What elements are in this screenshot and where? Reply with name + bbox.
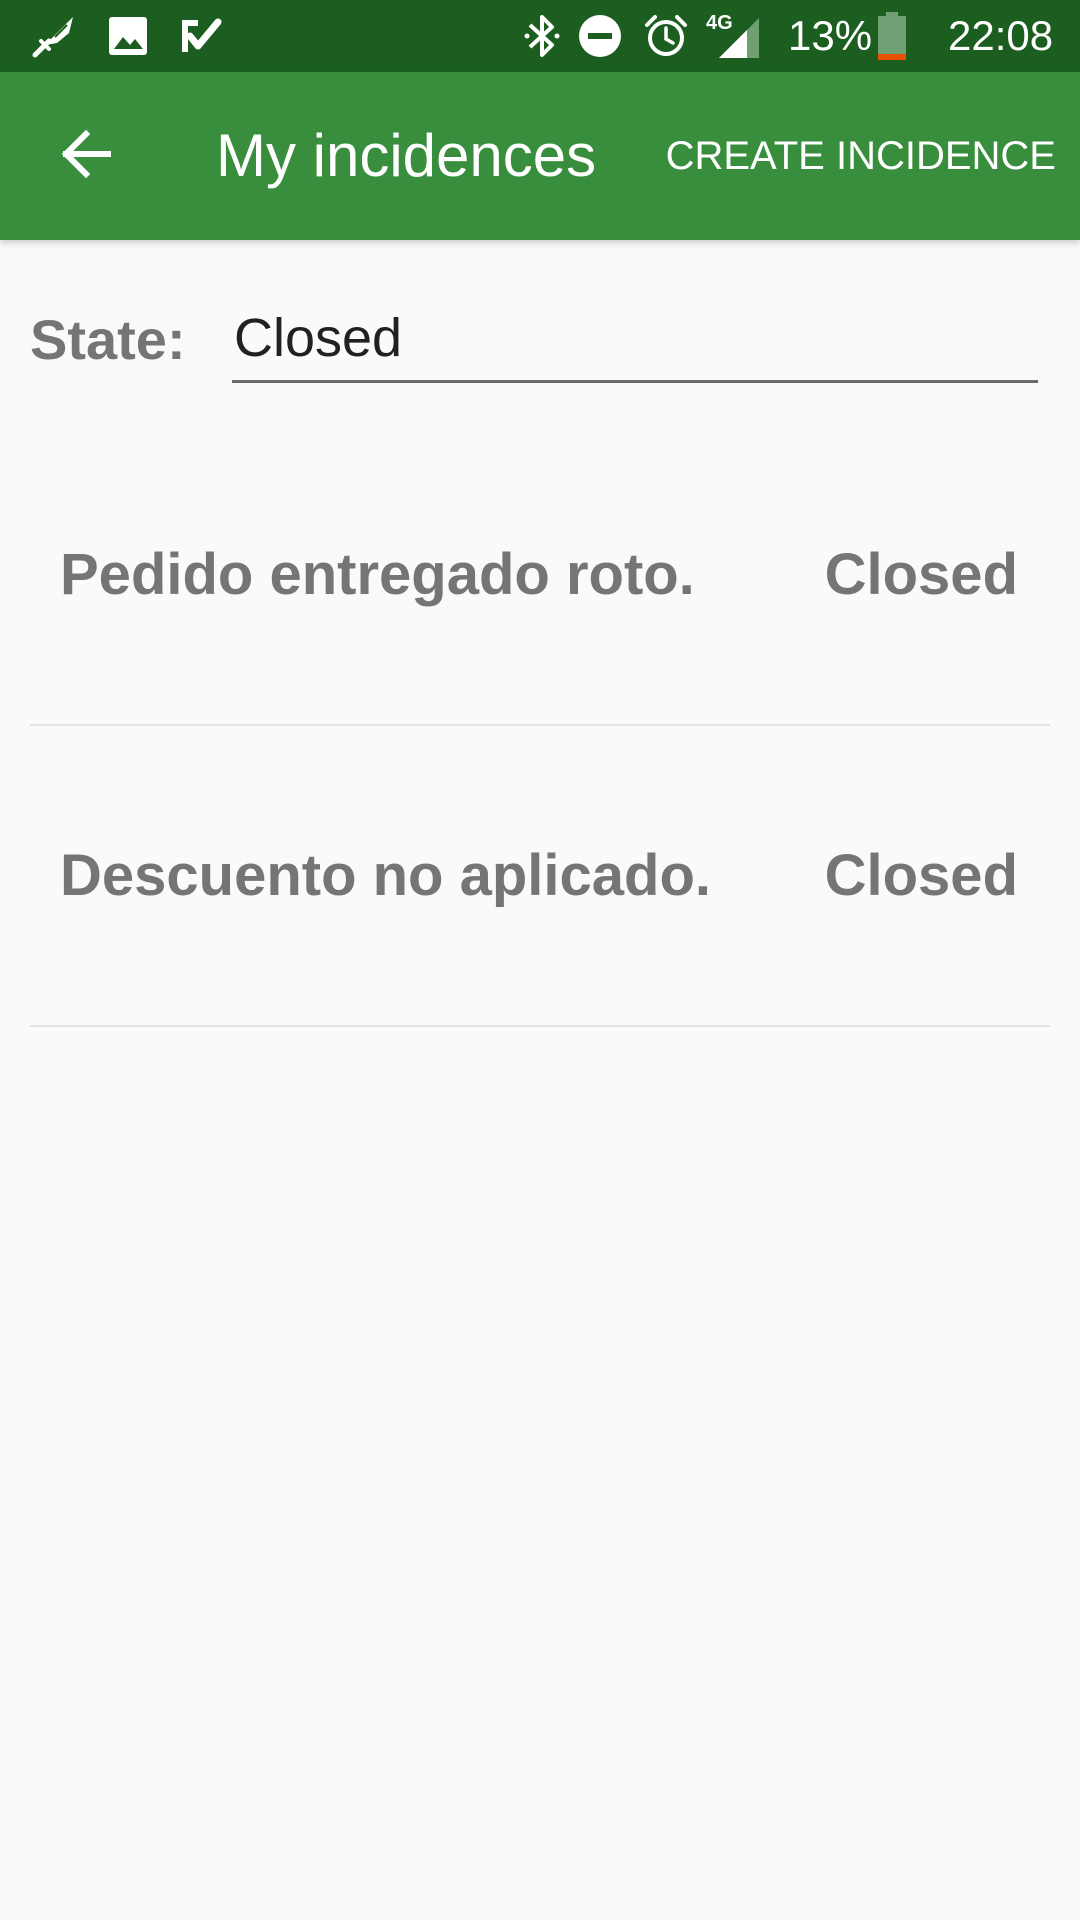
battery-icon xyxy=(874,12,910,60)
incidence-state: Closed xyxy=(824,542,1018,607)
list-item[interactable]: Pedido entregado roto. Closed xyxy=(30,425,1050,726)
page-title: My incidences xyxy=(216,122,597,189)
state-filter-select[interactable]: Closed xyxy=(232,296,1038,383)
back-button[interactable] xyxy=(44,114,128,198)
check-app-icon xyxy=(176,12,224,60)
incidence-state: Closed xyxy=(824,843,1018,908)
arrow-left-icon xyxy=(58,126,114,187)
list-item[interactable]: Descuento no aplicado. Closed xyxy=(30,726,1050,1027)
state-filter-label: State: xyxy=(30,308,186,371)
state-filter-value: Closed xyxy=(234,308,403,368)
status-bar: 4G 13% 22:08 xyxy=(0,0,1080,72)
alarm-icon xyxy=(642,12,690,60)
app-bar: My incidences CREATE INCIDENCE xyxy=(0,72,1080,240)
battery-percent: 13% xyxy=(788,12,873,59)
network-type-label: 4G xyxy=(706,12,733,34)
image-icon xyxy=(104,12,152,60)
do-not-disturb-icon xyxy=(576,12,624,60)
bluetooth-icon xyxy=(520,12,564,60)
incidence-title: Pedido entregado roto. xyxy=(60,542,695,607)
incidence-list: Pedido entregado roto. Closed Descuento … xyxy=(30,425,1050,1027)
incidence-title: Descuento no aplicado. xyxy=(60,843,711,908)
clock-time: 22:08 xyxy=(948,12,1054,59)
feather-sword-app-icon xyxy=(28,12,80,60)
create-incidence-button[interactable]: CREATE INCIDENCE xyxy=(666,72,1056,240)
